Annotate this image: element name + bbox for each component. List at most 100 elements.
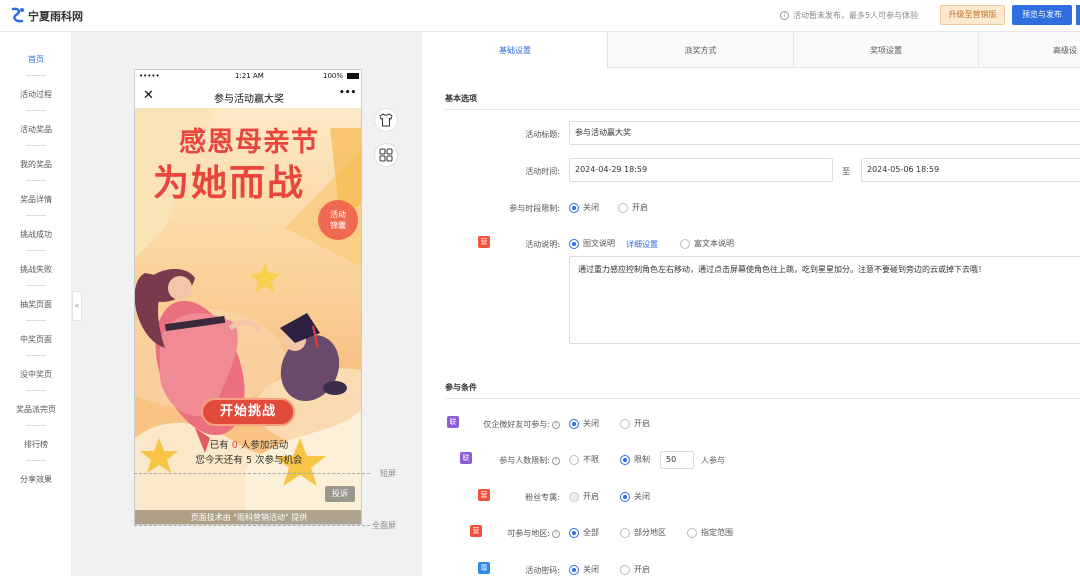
config-tabs: 基础设置 派奖方式 奖项设置 高级设 bbox=[423, 32, 1080, 69]
collapse-sidebar-button[interactable]: « bbox=[72, 291, 82, 321]
sidebar-item-home[interactable]: 首页 bbox=[0, 54, 72, 65]
report-button[interactable]: 投诉 bbox=[325, 486, 355, 502]
start-challenge-button[interactable]: 开始挑战 bbox=[201, 398, 295, 426]
upgrade-button[interactable]: 升级至营销版 bbox=[940, 5, 1005, 25]
sidebar-divider bbox=[26, 145, 46, 146]
radio-label: 关闭 bbox=[634, 492, 650, 501]
top-bar: 宁夏雨科网 i 活动暂未发布，最多5人可参与体验 升级至营销版 预览与发布 bbox=[0, 0, 1080, 32]
limit-label: 参与人数限制:? bbox=[475, 455, 560, 466]
desc-graphic-radio[interactable]: 图文说明 bbox=[569, 238, 615, 249]
radio-unchecked-icon bbox=[620, 564, 630, 575]
full-screen-line bbox=[134, 525, 370, 526]
tab-advanced[interactable]: 高级设 bbox=[979, 32, 1080, 68]
radio-checked-icon bbox=[569, 527, 579, 538]
sidebar-item-lottery[interactable]: 抽奖页面 bbox=[0, 299, 72, 310]
time-label: 活动时间: bbox=[525, 167, 560, 176]
sidebar-item-prizes[interactable]: 活动奖品 bbox=[0, 124, 72, 135]
period-on-radio[interactable]: 开启 bbox=[618, 202, 648, 213]
period-off-radio[interactable]: 关闭 bbox=[569, 202, 599, 213]
radio-checked-icon bbox=[569, 202, 579, 213]
radio-label: 开启 bbox=[583, 492, 599, 501]
radio-label: 指定范围 bbox=[701, 528, 733, 537]
region-all-radio[interactable]: 全部 bbox=[569, 527, 599, 538]
region-partial-radio[interactable]: 部分地区 bbox=[620, 527, 666, 538]
region-label: 可参与地区:? bbox=[485, 528, 560, 539]
preview-publish-button[interactable]: 预览与发布 bbox=[1012, 5, 1072, 25]
layout-button[interactable] bbox=[374, 143, 398, 167]
wechat-off-radio[interactable]: 关闭 bbox=[569, 418, 599, 429]
tab-basic[interactable]: 基础设置 bbox=[423, 32, 608, 69]
conditions-section-title: 参与条件 bbox=[445, 383, 477, 392]
sidebar-item-ranking[interactable]: 排行榜 bbox=[0, 439, 72, 450]
sidebar-divider bbox=[26, 285, 46, 286]
sidebar-item-my-prizes[interactable]: 我的奖品 bbox=[0, 159, 72, 170]
limit-unit: 人参与 bbox=[701, 456, 725, 465]
help-icon[interactable]: ? bbox=[552, 420, 560, 429]
help-icon[interactable]: ? bbox=[552, 456, 560, 465]
password-off-radio[interactable]: 关闭 bbox=[569, 564, 599, 575]
shirt-icon bbox=[379, 113, 393, 127]
more-icon[interactable]: ••• bbox=[339, 88, 356, 98]
wechat-on-radio[interactable]: 开启 bbox=[620, 418, 650, 429]
chances-suffix: 次参与机会 bbox=[255, 455, 303, 466]
radio-label: 富文本说明 bbox=[694, 239, 734, 248]
short-screen-label: 短屏 bbox=[380, 469, 396, 478]
signal-icon: ••••• bbox=[139, 72, 160, 80]
sidebar-item-prize-detail[interactable]: 奖品详情 bbox=[0, 194, 72, 205]
region-range-radio[interactable]: 指定范围 bbox=[687, 527, 733, 538]
tab-prize-settings[interactable]: 奖项设置 bbox=[794, 32, 979, 68]
theme-button[interactable] bbox=[374, 108, 398, 132]
stamp-line2: 锦囊 bbox=[330, 221, 346, 230]
radio-label: 关闭 bbox=[583, 203, 599, 212]
sidebar-item-lose[interactable]: 没中奖页 bbox=[0, 369, 72, 380]
title-input[interactable]: 参与活动赢大奖 bbox=[569, 121, 1080, 145]
sidebar-divider bbox=[26, 390, 46, 391]
extra-button-edge[interactable] bbox=[1076, 5, 1080, 25]
sidebar-divider bbox=[26, 250, 46, 251]
limit-on-radio[interactable]: 限制 bbox=[620, 454, 650, 465]
page-sidebar: 首页 活动过程 活动奖品 我的奖品 奖品详情 挑战成功 挑战失败 抽奖页面 中奖… bbox=[0, 32, 72, 576]
time-separator: 至 bbox=[842, 167, 850, 176]
participants-text: 已有 0 人参加活动 bbox=[135, 437, 361, 451]
password-on-radio[interactable]: 开启 bbox=[620, 564, 650, 575]
help-icon[interactable]: ? bbox=[552, 529, 560, 538]
radio-label: 不限 bbox=[583, 455, 599, 464]
sidebar-item-process[interactable]: 活动过程 bbox=[0, 89, 72, 100]
region-label-text: 可参与地区: bbox=[507, 529, 550, 538]
battery-icon bbox=[347, 73, 359, 79]
sidebar-divider bbox=[26, 425, 46, 426]
sidebar-item-sold-out[interactable]: 奖品派完页 bbox=[0, 404, 72, 415]
sidebar-divider bbox=[26, 75, 46, 76]
detail-settings-link[interactable]: 详细设置 bbox=[626, 239, 658, 250]
sidebar-item-success[interactable]: 挑战成功 bbox=[0, 229, 72, 240]
start-time-input[interactable]: 2024-04-29 18:59 bbox=[569, 158, 833, 182]
wechat-label-text: 仅企微好友可参与: bbox=[483, 420, 550, 429]
desc-richtext-radio[interactable]: 富文本说明 bbox=[680, 238, 734, 249]
sidebar-item-fail[interactable]: 挑战失败 bbox=[0, 264, 72, 275]
grid-icon bbox=[379, 148, 393, 162]
poster: 感恩母亲节 为她而战 活动 锦囊 开始挑战 已有 0 人参加活动 您今天还有 5… bbox=[135, 108, 361, 524]
tips-stamp[interactable]: 活动 锦囊 bbox=[318, 200, 358, 240]
radio-disabled-icon bbox=[569, 491, 579, 502]
marketing-badge: 营 bbox=[478, 489, 490, 501]
fans-on-radio[interactable]: 开启 bbox=[569, 491, 599, 502]
radio-checked-icon bbox=[620, 491, 630, 502]
poster-footer: 页面技术由 "雨科营销活动" 提供 bbox=[135, 510, 361, 524]
tab-reward-method[interactable]: 派奖方式 bbox=[608, 32, 794, 68]
page-title: 参与活动赢大奖 bbox=[214, 94, 284, 105]
desc-textarea[interactable]: 通过重力感应控制角色左右移动，通过点击屏幕使角色往上跳，吃到星星加分。注意不要碰… bbox=[569, 256, 1080, 344]
participants-count: 0 bbox=[231, 440, 238, 451]
end-time-input[interactable]: 2024-05-06 18:59 bbox=[861, 158, 1080, 182]
fans-off-radio[interactable]: 关闭 bbox=[620, 491, 650, 502]
section-divider bbox=[445, 109, 1080, 110]
limit-count-input[interactable]: 50 bbox=[660, 451, 694, 469]
sidebar-divider bbox=[26, 180, 46, 181]
logo: 宁夏雨科网 bbox=[10, 6, 83, 26]
participants-suffix: 人参加活动 bbox=[240, 440, 289, 451]
radio-unchecked-icon bbox=[620, 418, 630, 429]
publish-notice: i 活动暂未发布，最多5人可参与体验 bbox=[780, 10, 918, 21]
sidebar-item-share[interactable]: 分享效果 bbox=[0, 474, 72, 485]
sidebar-item-win[interactable]: 中奖页面 bbox=[0, 334, 72, 345]
limit-none-radio[interactable]: 不限 bbox=[569, 454, 599, 465]
radio-label: 全部 bbox=[583, 528, 599, 537]
